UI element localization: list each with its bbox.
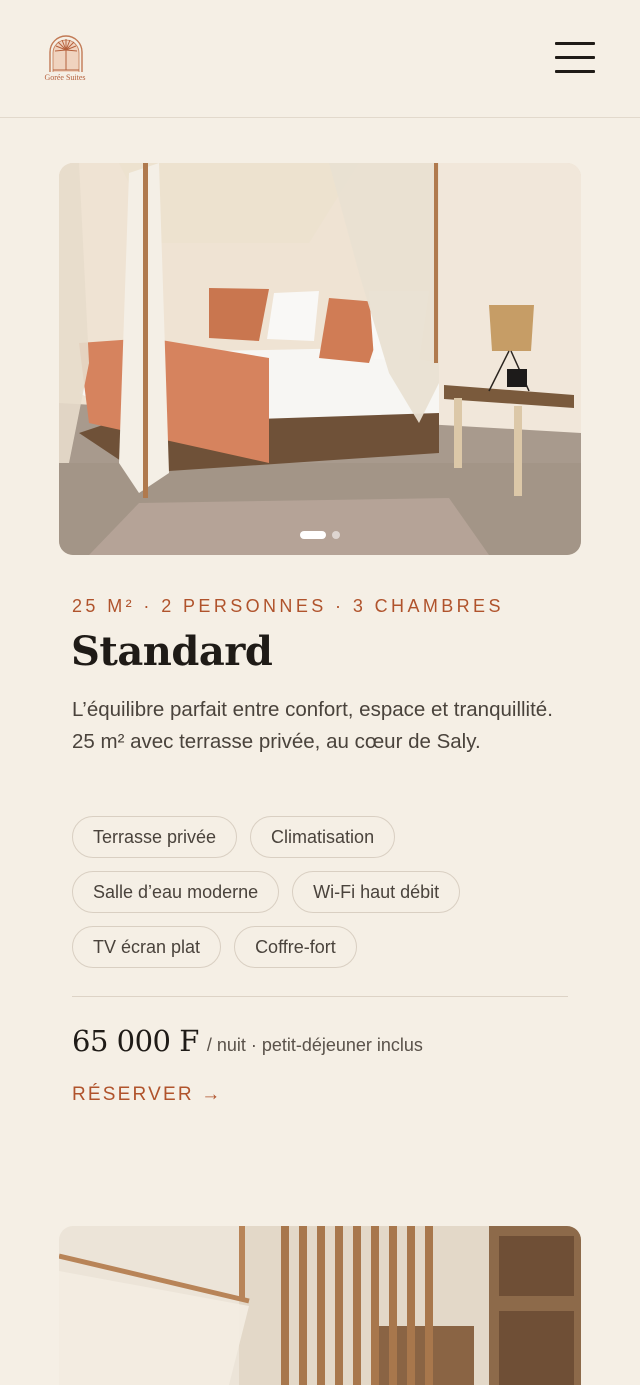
price-note: / nuit · petit-déjeuner inclus (206, 1035, 423, 1055)
room-title: Standard (71, 628, 273, 675)
divider (72, 996, 568, 997)
carousel-dot-2[interactable] (332, 531, 340, 539)
price-row: 65 000 F / nuit · petit-déjeuner inclus (72, 1024, 423, 1058)
room-photo-carousel[interactable] (59, 163, 581, 555)
carousel-dots (59, 531, 581, 539)
next-room-photo[interactable] (59, 1226, 581, 1385)
brand-name: Gorée Suites (44, 73, 86, 82)
amenity-chip: Wi-Fi haut débit (292, 871, 461, 913)
carousel-dot-1[interactable] (300, 531, 326, 539)
menu-button[interactable] (555, 42, 595, 74)
hamburger-menu-icon (555, 42, 595, 45)
room-description: L’équilibre parfait entre confort, espac… (72, 698, 553, 753)
amenity-chip: Climatisation (250, 816, 396, 858)
amenity-chip: Terrasse privée (72, 816, 238, 858)
amenity-chip: TV écran plat (72, 926, 222, 968)
amenity-list: Terrasse privée Climatisation Salle d’ea… (72, 816, 572, 968)
amenity-chip: Coffre-fort (234, 926, 357, 968)
price-value: 65 000 F (72, 1024, 199, 1058)
room-photo (59, 163, 581, 555)
site-header: Gorée Suites (0, 0, 640, 118)
room-meta: 25 M² · 2 PERSONNES · 3 CHAMBRES (72, 596, 504, 616)
amenity-chip: Salle d’eau moderne (72, 871, 280, 913)
reserve-link[interactable]: RÉSERVER → (72, 1084, 222, 1106)
